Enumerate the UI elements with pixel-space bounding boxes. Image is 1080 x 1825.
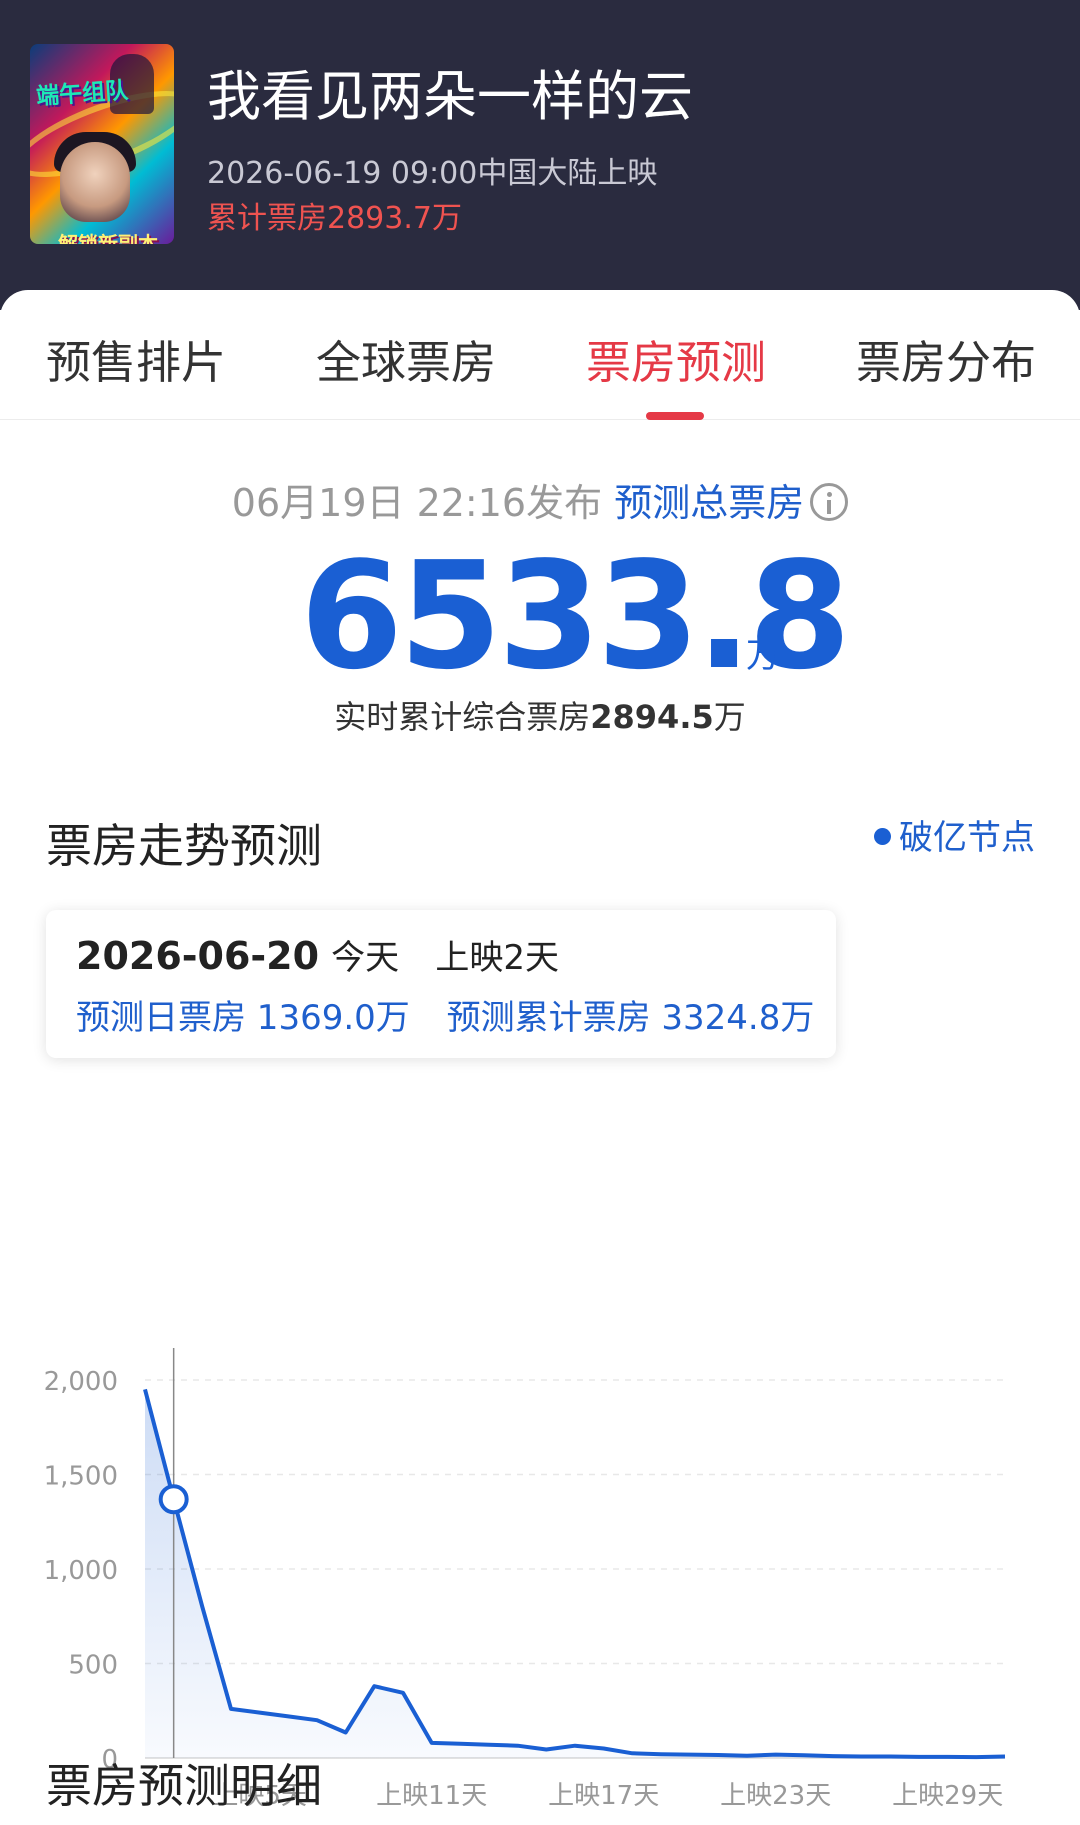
chart-area-fill <box>145 1389 1005 1758</box>
chart-data-point[interactable] <box>973 1754 979 1760</box>
cumulative-box-office: 累计票房2893.7万 <box>207 201 462 236</box>
chart-data-point[interactable] <box>859 1753 865 1759</box>
chart-data-point[interactable] <box>830 1753 836 1759</box>
tab-forecast[interactable]: 票房预测 <box>586 326 766 391</box>
x-tick-label: 上映17天 <box>548 1781 659 1811</box>
chart-data-point[interactable] <box>285 1713 291 1719</box>
chart-data-point[interactable] <box>715 1752 721 1758</box>
release-info: 2026-06-19 09:00中国大陆上映 <box>207 156 658 191</box>
x-tick-label: 上映11天 <box>376 1781 487 1811</box>
chart-data-point[interactable] <box>916 1754 922 1760</box>
chart-data-point[interactable] <box>343 1729 349 1735</box>
tooltip-today: 今天 <box>331 938 400 978</box>
chart-data-point[interactable] <box>687 1752 693 1758</box>
y-tick-label: 2,000 <box>44 1367 118 1397</box>
tooltip-cume: 预测累计票房 3324.8万 <box>446 998 815 1038</box>
tab-presale[interactable]: 预售排片 <box>46 326 226 391</box>
poster-face <box>60 142 130 222</box>
realtime-cumulative: 实时累计综合票房2894.5万 <box>0 692 1080 738</box>
chart-data-point[interactable] <box>457 1741 463 1747</box>
chart-legend[interactable]: 破亿节点 <box>874 810 1035 859</box>
forecast-publish-line: 06月19日 22:16发布 预测总票房 <box>0 472 1080 527</box>
chart-highlight-point[interactable] <box>158 1484 189 1515</box>
movie-header: 端午组队 解锁新副本 我看见两朵一样的云 2026-06-19 09:00中国大… <box>0 0 1080 310</box>
active-tab-indicator <box>646 412 704 420</box>
tab-global-box-office[interactable]: 全球票房 <box>316 326 496 391</box>
content-sheet: 预售排片 全球票房 票房预测 票房分布 06月19日 22:16发布 预测总票房… <box>0 290 1080 1825</box>
chart-data-point[interactable] <box>887 1753 893 1759</box>
forecast-total-label: 预测总票房 <box>614 481 805 525</box>
chart-tooltip: 2026-06-20 今天 上映2天 预测日票房 1369.0万 预测累计票房 … <box>46 910 836 1058</box>
realtime-value: 2894.5 <box>590 698 714 736</box>
tab-distribution[interactable]: 票房分布 <box>856 326 1036 391</box>
chart-data-point[interactable] <box>257 1710 263 1716</box>
legend-label: 破亿节点 <box>899 818 1035 858</box>
chart-data-point[interactable] <box>572 1743 578 1749</box>
poster-text-2: 解锁新副本 <box>58 232 158 244</box>
realtime-unit: 万 <box>713 698 746 736</box>
chart-data-point[interactable] <box>945 1754 951 1760</box>
x-tick-label: 上映23天 <box>720 1781 831 1811</box>
box-office-trend-chart[interactable]: 05001,0001,5002,000 上映5天 上映11天 上映17天 上映23天上… <box>0 1070 1080 1825</box>
y-tick-label: 1,500 <box>44 1462 118 1492</box>
legend-dot-icon <box>874 828 891 845</box>
chart-data-point[interactable] <box>801 1752 807 1758</box>
chart-series-line <box>143 1388 1006 1760</box>
detail-section-title: 票房预测明细 <box>46 1759 322 1813</box>
tooltip-date-line: 2026-06-20 今天 上映2天 <box>76 930 559 979</box>
info-icon[interactable] <box>810 483 849 521</box>
y-tick-label: 500 <box>68 1651 118 1681</box>
tab-bar: 预售排片 全球票房 票房预测 票房分布 <box>0 290 1080 420</box>
tooltip-day: 上映2天 <box>435 938 560 978</box>
chart-data-point[interactable] <box>773 1752 779 1758</box>
chart-data-point[interactable] <box>400 1690 406 1696</box>
tooltip-daily: 预测日票房 1369.0万 <box>76 998 410 1038</box>
chart-data-point[interactable] <box>199 1604 205 1610</box>
movie-poster[interactable]: 端午组队 解锁新副本 <box>30 44 174 244</box>
chart-data-point[interactable] <box>658 1751 664 1757</box>
chart-data-point[interactable] <box>543 1746 549 1752</box>
forecast-total-unit: 万 <box>746 636 780 676</box>
realtime-prefix: 实时累计综合票房 <box>334 698 591 736</box>
tooltip-date: 2026-06-20 <box>76 934 320 978</box>
x-tick-label: 上映29天 <box>892 1781 1003 1811</box>
chart-data-point[interactable] <box>429 1740 435 1746</box>
trend-section-title: 票房走势预测 <box>46 819 322 873</box>
chart-data-point[interactable] <box>601 1746 607 1752</box>
tooltip-values: 预测日票房 1369.0万 预测累计票房 3324.8万 <box>76 990 840 1039</box>
chart-data-point[interactable] <box>1002 1753 1008 1759</box>
chart-data-point[interactable] <box>486 1742 492 1748</box>
chart-data-point[interactable] <box>314 1717 320 1723</box>
y-tick-label: 1,000 <box>44 1556 118 1586</box>
chart-data-point[interactable] <box>744 1753 750 1759</box>
publish-time: 06月19日 22:16发布 <box>231 481 603 525</box>
poster-text-1: 端午组队 <box>35 77 130 111</box>
movie-title: 我看见两朵一样的云 <box>207 65 693 128</box>
chart-data-point[interactable] <box>515 1743 521 1749</box>
chart-data-point[interactable] <box>629 1750 635 1756</box>
chart-data-point[interactable] <box>228 1706 234 1712</box>
chart-data-point[interactable] <box>371 1683 377 1689</box>
chart-data-point[interactable] <box>142 1386 148 1392</box>
